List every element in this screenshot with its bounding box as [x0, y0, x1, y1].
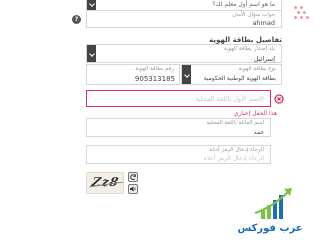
refresh-captcha-icon[interactable] [128, 172, 138, 182]
security-answer-value: ahmad [252, 19, 275, 27]
first-name-local-field[interactable]: الاسم الأول باللغة المحلية [86, 90, 271, 107]
card-number-field[interactable]: رقم بطاقة الهوية 905313185 [86, 64, 180, 85]
security-question-select[interactable]: ما هو اسم أول معلم لك؟ [86, 0, 282, 11]
captcha-image: Zz8 [86, 172, 124, 194]
country-value: إسرائيل [253, 55, 275, 63]
error-message: هذا الحقل إجباري [233, 110, 277, 117]
security-question-value: ما هو اسم أول معلم لك؟ [212, 1, 275, 8]
arab-forex-logo: عرب فوركس [225, 185, 305, 245]
chevron-down-icon [87, 0, 96, 10]
help-icon[interactable]: ? [72, 15, 81, 24]
card-number-value: 905313185 [134, 75, 175, 83]
x-circle-icon [274, 94, 284, 104]
card-type-label: نوع بطاقة الهوية [238, 66, 276, 72]
family-name-value: حمد [253, 129, 264, 136]
first-name-placeholder: الاسم الأول باللغة المحلية [195, 95, 264, 103]
security-answer-field[interactable]: جواب سؤال الأمان ahmad [86, 11, 282, 28]
card-type-select[interactable]: نوع بطاقة الهوية بطاقة الهوية الوطنية ال… [181, 64, 282, 85]
captcha-placeholder: الرجاء إدخال الرمز أعلاه [203, 155, 264, 162]
family-name-label: اسم العائلة باللغة المحلية [206, 120, 264, 126]
family-name-local-field[interactable]: اسم العائلة باللغة المحلية حمد [86, 118, 271, 137]
chevron-down-icon [87, 45, 96, 62]
audio-captcha-icon[interactable] [128, 184, 138, 194]
country-select[interactable]: بلد إصدار بطاقة الهوية إسرائيل [86, 44, 282, 63]
country-label: بلد إصدار بطاقة الهوية [223, 46, 275, 52]
logo-text: عرب فوركس [237, 223, 303, 234]
decorative-dots-icon [288, 4, 310, 26]
section-title: تفاصيل بطاقة الهوية [209, 36, 282, 44]
security-answer-label: جواب سؤال الأمان [232, 12, 275, 18]
captcha-field[interactable]: الرجاء إدخال الرمز أدناه الرجاء إدخال ال… [86, 145, 271, 164]
card-number-label: رقم بطاقة الهوية [135, 66, 174, 72]
card-type-value: بطاقة الهوية الوطنية الحكومية [203, 76, 276, 82]
captcha-label: الرجاء إدخال الرمز أدناه [209, 147, 264, 153]
chevron-down-icon [182, 65, 191, 84]
